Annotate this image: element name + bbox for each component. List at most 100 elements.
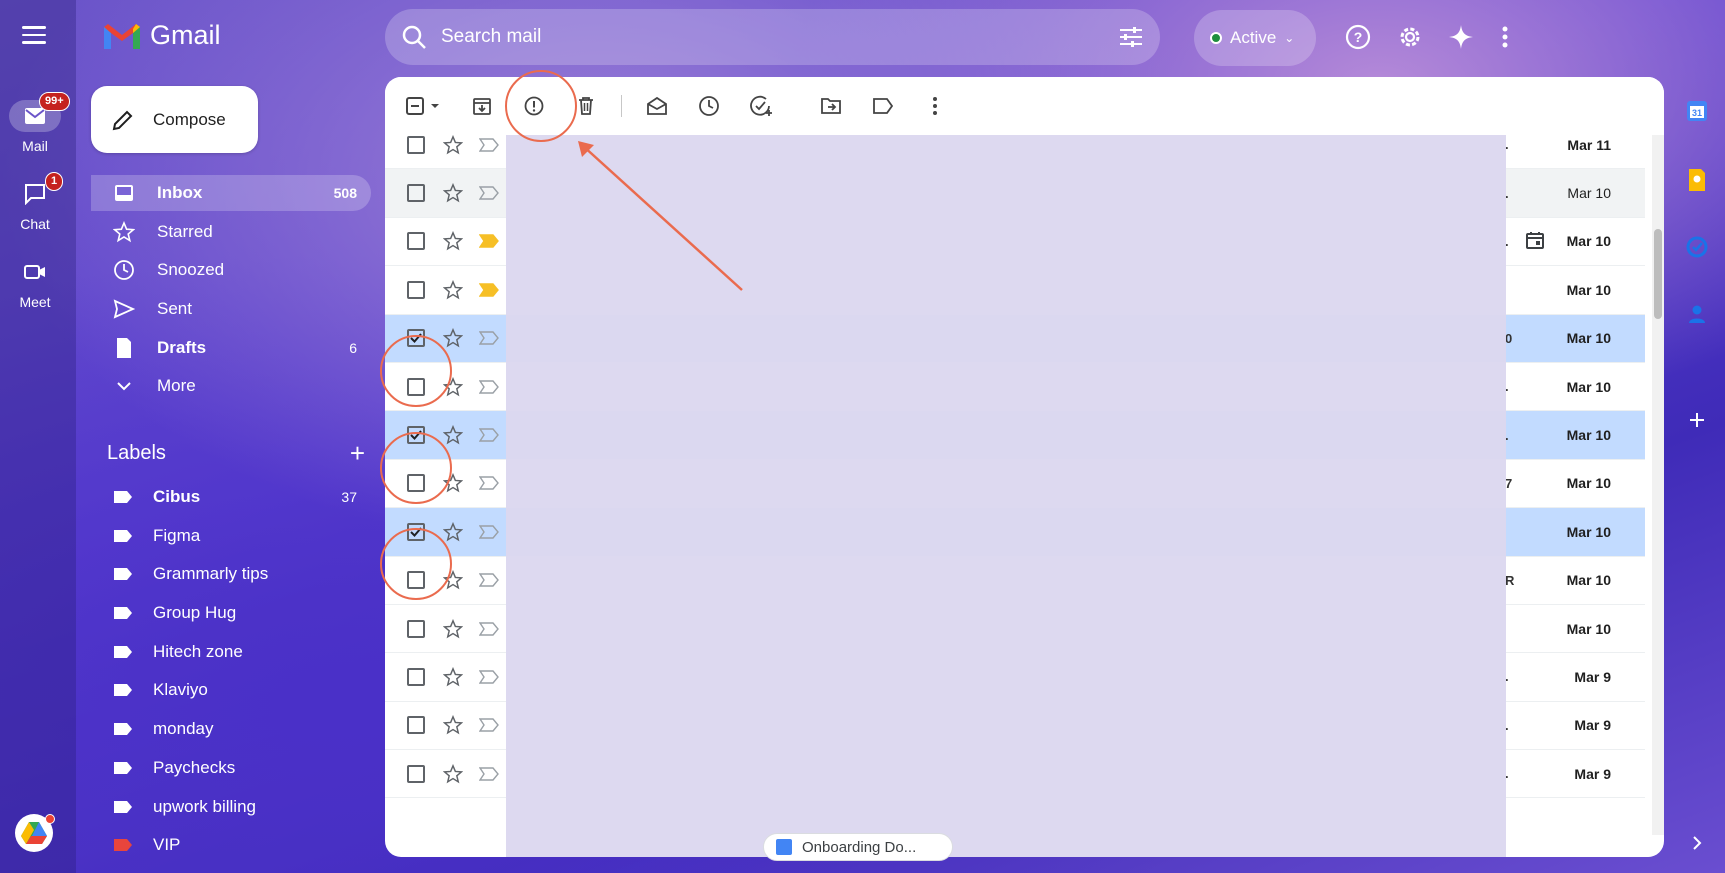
calendar-event-icon[interactable] (1525, 230, 1545, 253)
rail-meet[interactable]: Meet (0, 256, 70, 310)
attachment-chip[interactable]: Onboarding Do... (763, 833, 953, 861)
sidebar-item-sent[interactable]: Sent (91, 291, 371, 327)
importance-marker-icon[interactable] (478, 718, 499, 733)
label-item[interactable]: VIP (91, 827, 371, 863)
importance-marker-icon[interactable] (478, 525, 499, 539)
snooze-icon[interactable] (692, 89, 726, 123)
sidebar-item-label: Snoozed (157, 260, 225, 280)
add-to-tasks-icon[interactable] (744, 89, 778, 123)
scrollbar-thumb[interactable] (1654, 229, 1662, 319)
rail-meet-label: Meet (19, 294, 51, 310)
row-checkbox[interactable] (407, 571, 425, 590)
row-checkbox[interactable] (407, 522, 425, 541)
star-icon[interactable] (442, 328, 464, 348)
rail-chat[interactable]: 1 Chat (0, 172, 70, 232)
gmail-logo[interactable]: Gmail (102, 20, 221, 51)
sidebar-item-starred[interactable]: Starred (91, 214, 371, 250)
importance-marker-icon[interactable] (478, 573, 499, 587)
star-icon[interactable] (442, 715, 464, 735)
row-checkbox[interactable] (407, 716, 425, 735)
row-checkbox[interactable] (407, 135, 425, 154)
importance-marker-icon[interactable] (478, 621, 499, 636)
star-icon[interactable] (442, 279, 464, 300)
contacts-icon[interactable] (1684, 301, 1710, 327)
importance-marker-icon[interactable] (478, 767, 499, 781)
importance-marker-icon[interactable] (478, 137, 499, 152)
star-icon[interactable] (442, 183, 464, 203)
importance-marker-icon[interactable] (478, 379, 499, 394)
sidebar-item-drafts[interactable]: Drafts 6 (91, 330, 371, 366)
gemini-sparkle-icon[interactable] (1446, 22, 1476, 52)
status-selector[interactable]: Active ⌄ (1194, 10, 1316, 66)
label-item[interactable]: Group Hug (91, 595, 371, 631)
rail-mail[interactable]: 99+ Mail (0, 92, 70, 154)
labels-icon[interactable] (866, 89, 900, 123)
compose-button[interactable]: Compose (91, 86, 258, 153)
move-to-icon[interactable] (814, 89, 848, 123)
sidebar-nav: Inbox 508 Starred Snoozed Sent Drafts 6 … (91, 175, 371, 407)
keep-icon[interactable] (1684, 167, 1710, 193)
star-icon[interactable] (442, 231, 464, 251)
star-icon[interactable] (442, 473, 464, 493)
search-options-icon[interactable] (1118, 25, 1144, 49)
row-checkbox[interactable] (407, 474, 425, 493)
more-vert-icon[interactable] (918, 89, 952, 123)
row-checkbox[interactable] (407, 764, 425, 783)
label-item[interactable]: monday (91, 711, 371, 747)
delete-icon[interactable] (569, 89, 603, 123)
star-icon[interactable] (442, 666, 464, 687)
importance-marker-icon[interactable] (478, 331, 499, 345)
add-label-icon[interactable]: + (350, 438, 365, 469)
row-checkbox[interactable] (407, 619, 425, 638)
star-icon[interactable] (442, 763, 464, 784)
star-icon[interactable] (442, 424, 464, 445)
search-bar[interactable] (385, 9, 1160, 65)
expand-panel-chevron-icon[interactable] (1684, 830, 1710, 856)
row-checkbox[interactable] (407, 377, 425, 396)
label-name: Cibus (153, 487, 201, 506)
importance-marker-icon[interactable] (478, 283, 499, 297)
row-checkbox[interactable] (407, 426, 425, 445)
label-item[interactable]: Paychecks (91, 750, 371, 786)
get-addons-plus-icon[interactable] (1684, 407, 1710, 433)
row-date: Mar 10 (1566, 572, 1611, 589)
calendar-icon[interactable]: 31 (1684, 98, 1710, 124)
mark-as-read-icon[interactable] (640, 89, 674, 123)
label-item[interactable]: Grammarly tips (91, 556, 371, 592)
report-spam-icon[interactable] (517, 89, 551, 123)
importance-marker-icon[interactable] (478, 670, 499, 684)
row-checkbox[interactable] (407, 329, 425, 348)
label-item[interactable]: Cibus 37 (91, 479, 371, 515)
row-checkbox[interactable] (407, 667, 425, 686)
search-icon[interactable] (401, 24, 427, 50)
star-icon[interactable] (442, 618, 464, 639)
importance-marker-icon[interactable] (478, 476, 499, 491)
google-drive-account-icon[interactable] (15, 814, 55, 852)
row-checkbox[interactable] (407, 280, 425, 299)
label-item[interactable]: Klaviyo (91, 672, 371, 708)
sidebar-item-more[interactable]: More (91, 368, 371, 404)
settings-gear-icon[interactable] (1395, 22, 1425, 52)
archive-icon[interactable] (465, 89, 499, 123)
star-icon[interactable] (442, 376, 464, 397)
select-all-checkbox-icon[interactable] (403, 89, 447, 123)
importance-marker-icon[interactable] (478, 234, 499, 249)
row-checkbox[interactable] (407, 232, 425, 251)
label-item[interactable]: upwork billing (91, 789, 371, 825)
star-icon[interactable] (442, 521, 464, 542)
label-item[interactable]: Figma (91, 518, 371, 554)
importance-marker-icon[interactable] (478, 428, 499, 442)
star-icon[interactable] (442, 570, 464, 590)
main-menu-icon[interactable] (22, 26, 46, 44)
row-checkbox[interactable] (407, 184, 425, 203)
sidebar-item-snoozed[interactable]: Snoozed (91, 252, 371, 288)
sidebar-item-inbox[interactable]: Inbox 508 (91, 175, 371, 211)
star-icon[interactable] (442, 134, 464, 155)
label-item[interactable]: Hitech zone (91, 634, 371, 670)
apps-more-vert-icon[interactable] (1490, 22, 1520, 52)
help-icon[interactable]: ? (1343, 22, 1373, 52)
importance-marker-icon[interactable] (478, 186, 499, 200)
tasks-icon[interactable] (1684, 234, 1710, 260)
search-input[interactable] (441, 26, 1118, 48)
pencil-icon (112, 110, 133, 130)
